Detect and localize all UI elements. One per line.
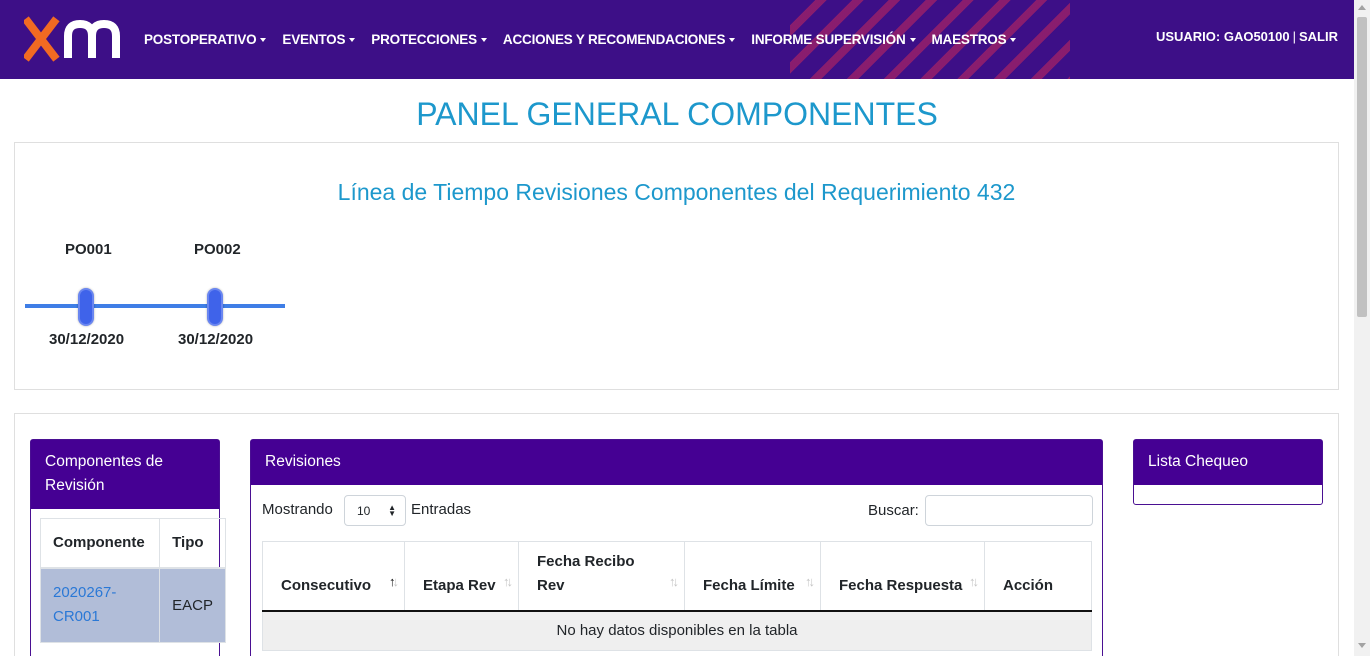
xm-logo-icon[interactable] xyxy=(24,14,130,64)
nav-protecciones[interactable]: PROTECCIONES xyxy=(371,32,487,47)
sort-icon: ↑↓ xyxy=(503,573,513,589)
timeline-handle[interactable] xyxy=(78,288,94,326)
nav-eventos-label: EVENTOS xyxy=(282,32,346,47)
column-label: Etapa Rev xyxy=(423,576,496,594)
column-label: Acción xyxy=(1003,576,1054,594)
timeline-handle[interactable] xyxy=(207,288,223,326)
search-label: Buscar: xyxy=(868,502,919,519)
sort-icon: ↑↓ xyxy=(969,573,979,589)
component-cell: 2020267-CR001 xyxy=(39,567,161,643)
page-length-select[interactable]: 10 ▲ ▼ xyxy=(344,495,406,526)
checklist-panel: Lista Chequeo xyxy=(1133,439,1323,505)
nav-postoperativo-label: POSTOPERATIVO xyxy=(144,32,257,47)
caret-down-icon xyxy=(1010,38,1017,43)
nav-acciones-label: ACCIONES Y RECOMENDACIONES xyxy=(502,32,726,47)
page-scrollbar[interactable] xyxy=(1354,0,1370,656)
caret-down-icon xyxy=(729,38,736,43)
scroll-down-arrow-icon[interactable] xyxy=(1358,643,1366,648)
revisions-panel: Revisiones Mostrando 10 ▲ ▼ Entradas Busc… xyxy=(250,439,1103,656)
caret-down-icon xyxy=(480,38,487,43)
user-area: USUARIO: GAO50100 | SALIR xyxy=(1156,29,1338,44)
column-label: Consecutivo xyxy=(281,576,372,594)
nav-postoperativo[interactable]: POSTOPERATIVO xyxy=(144,32,267,47)
caret-down-icon xyxy=(909,38,916,43)
components-panel-title: Componentes de Revisión xyxy=(31,440,219,509)
nav-maestros-label: MAESTROS xyxy=(931,32,1007,47)
nav-protecciones-label: PROTECCIONES xyxy=(371,32,477,47)
search-input[interactable] xyxy=(925,495,1093,526)
top-navbar: POSTOPERATIVO EVENTOS PROTECCIONES ACCIO… xyxy=(0,0,1354,79)
length-label: Mostrando xyxy=(262,501,333,518)
component-link[interactable]: 2020267-CR001 xyxy=(53,584,116,625)
table-row: No hay datos disponibles en la tabla xyxy=(262,610,1092,651)
main-menu: POSTOPERATIVO EVENTOS PROTECCIONES ACCIO… xyxy=(144,0,1032,79)
column-header-fecha-respuesta[interactable]: Fecha Respuesta ↑↓ xyxy=(820,541,985,612)
timeline-line xyxy=(25,304,285,308)
scrollbar-thumb[interactable] xyxy=(1357,17,1367,317)
column-label: Fecha Respuesta xyxy=(839,576,963,594)
nav-maestros[interactable]: MAESTROS xyxy=(932,32,1017,47)
empty-table-message: No hay datos disponibles en la tabla xyxy=(262,610,1092,651)
timeline-title: Línea de Tiempo Revisiones Componentes d… xyxy=(337,179,1016,205)
timeline-point-code: PO002 xyxy=(194,241,241,258)
sort-asc-icon: ↑↓ xyxy=(389,573,399,589)
page-title: PANEL GENERAL COMPONENTES xyxy=(416,96,938,132)
timeline-point-date: 30/12/2020 xyxy=(178,331,254,348)
column-header-etapa-rev[interactable]: Etapa Rev ↑↓ xyxy=(404,541,519,612)
scroll-up-arrow-icon[interactable] xyxy=(1358,5,1366,10)
column-header-accion: Acción xyxy=(984,541,1092,612)
sort-icon: ↑↓ xyxy=(805,573,815,589)
revisions-table: Consecutivo ↑↓ Etapa Rev ↑↓ Fecha Recibo R… xyxy=(262,541,1092,651)
timeline-point-code: PO001 xyxy=(65,241,112,258)
checklist-panel-title: Lista Chequeo xyxy=(1134,440,1322,485)
sort-icon: ↑↓ xyxy=(669,573,679,589)
select-arrows-icon: ▲ ▼ xyxy=(388,503,396,518)
column-label: Fecha Límite xyxy=(703,576,795,594)
table-header-row: Consecutivo ↑↓ Etapa Rev ↑↓ Fecha Recibo R… xyxy=(262,541,1092,612)
revisions-panel-title: Revisiones xyxy=(251,440,1102,485)
column-label: Fecha Recibo Rev xyxy=(537,552,635,594)
page-length-value: 10 xyxy=(357,504,371,518)
caret-down-icon xyxy=(349,38,356,43)
entries-label: Entradas xyxy=(411,501,472,518)
timeline-point-date: 30/12/2020 xyxy=(49,331,125,348)
nav-acciones[interactable]: ACCIONES Y RECOMENDACIONES xyxy=(502,32,736,47)
nav-informe-supervision[interactable]: INFORME SUPERVISIÓN xyxy=(751,32,916,47)
user-separator: | xyxy=(1292,29,1296,44)
caret-down-icon xyxy=(260,38,267,43)
component-type-cell: EACP xyxy=(159,567,226,643)
table-header-row: Componente Tipo xyxy=(39,518,226,569)
column-header-consecutivo[interactable]: Consecutivo ↑↓ xyxy=(262,541,405,612)
table-row[interactable]: 2020267-CR001 EACP xyxy=(39,567,226,643)
logout-link[interactable]: SALIR xyxy=(1299,29,1338,44)
user-label: USUARIO: GAO50100 xyxy=(1155,29,1290,44)
column-header-tipo[interactable]: Tipo xyxy=(159,518,226,569)
column-header-componente[interactable]: Componente xyxy=(39,518,161,569)
timeline-card: Línea de Tiempo Revisiones Componentes d… xyxy=(14,142,1339,390)
column-header-fecha-recibo[interactable]: Fecha Recibo Rev ↑↓ xyxy=(518,541,685,612)
nav-eventos[interactable]: EVENTOS xyxy=(282,32,356,47)
nav-informe-label: INFORME SUPERVISIÓN xyxy=(751,32,906,47)
column-header-fecha-limite[interactable]: Fecha Límite ↑↓ xyxy=(684,541,821,612)
components-table: Componente Tipo 2020267-CR001 EACP xyxy=(39,518,226,643)
